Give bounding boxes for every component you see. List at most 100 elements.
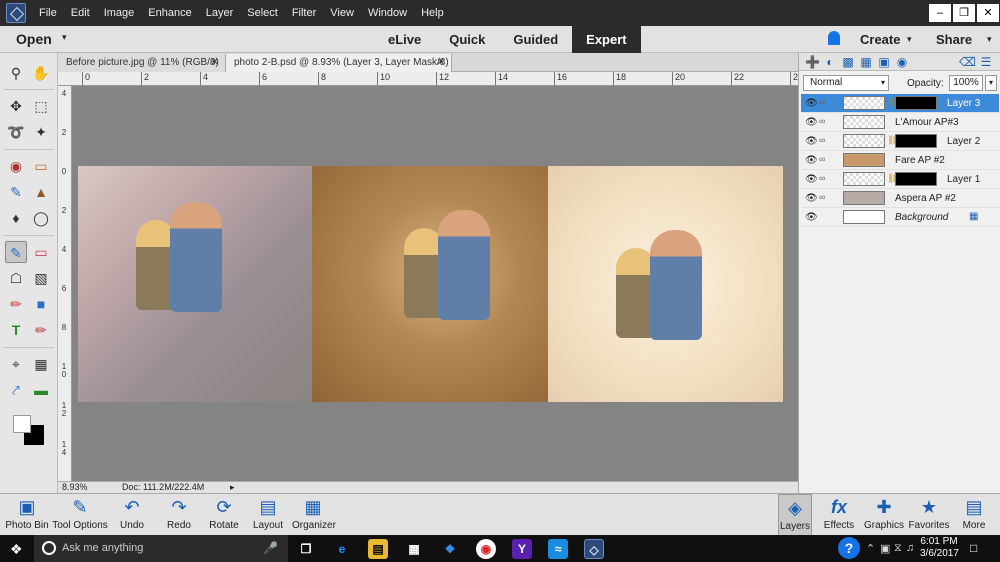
share-button[interactable]: Share <box>936 32 972 47</box>
layer-mask-thumbnail[interactable] <box>895 134 937 148</box>
eye-icon[interactable]: 👁 <box>805 155 818 166</box>
layer-row-layer-3[interactable]: 👁 ∞ ⛓ Layer 3 <box>801 94 999 113</box>
hand-tool-icon[interactable]: ✋ <box>30 62 52 84</box>
lock-icon[interactable]: ◉ <box>895 55 909 69</box>
yahoo-icon[interactable]: Y <box>512 539 532 559</box>
blur-tool-icon[interactable]: ♦ <box>5 207 27 229</box>
zoom-tool-icon[interactable]: ⚲ <box>5 62 27 84</box>
layer-mask-icon[interactable]: ▩ <box>841 55 855 69</box>
eye-icon[interactable]: 👁 <box>805 136 818 147</box>
content-aware-move-tool-icon[interactable]: ⤤ <box>5 379 27 401</box>
close-tab-icon[interactable]: ✕ <box>437 54 445 71</box>
background-lock-icon[interactable]: ▦ <box>969 211 978 222</box>
close-button[interactable]: ✕ <box>977 4 999 22</box>
open-dropdown-icon[interactable]: ▾ <box>62 32 67 43</box>
link-icon[interactable]: ∞ <box>819 192 825 202</box>
type-tool-icon[interactable]: T <box>5 319 27 341</box>
organizer-button[interactable]: ▦ Organizer <box>292 494 336 536</box>
brush-tool-icon[interactable]: ✎ <box>5 241 27 263</box>
healing-brush-tool-icon[interactable]: ▭ <box>30 155 52 177</box>
doc-tab-photo[interactable]: photo 2-B.psd @ 8.93% (Layer 3, Layer Ma… <box>226 54 452 72</box>
battery-icon[interactable]: ▣ <box>880 542 890 555</box>
cortana-search[interactable]: Ask me anything 🎤 <box>34 535 288 562</box>
app-icon[interactable]: ≈ <box>548 539 568 559</box>
foreground-color-swatch[interactable] <box>13 415 31 433</box>
zoom-level[interactable]: 8.93% <box>62 482 88 492</box>
eye-icon[interactable]: 👁 <box>805 117 818 128</box>
rotate-button[interactable]: ⟳ Rotate <box>206 494 242 536</box>
lasso-tool-icon[interactable]: ➰ <box>5 121 27 143</box>
color-swatches[interactable] <box>12 413 46 449</box>
menu-file[interactable]: File <box>32 7 64 19</box>
sponge-tool-icon[interactable]: ◯ <box>30 207 52 229</box>
new-layer-icon[interactable]: ➕ <box>805 55 820 69</box>
dropbox-icon[interactable]: ❖ <box>440 539 460 559</box>
pencil-tool-icon[interactable]: ✏ <box>30 319 52 341</box>
lock-transparency-icon[interactable]: ▣ <box>877 55 891 69</box>
tray-chevron-icon[interactable]: ⌃ <box>866 542 875 555</box>
menu-layer[interactable]: Layer <box>199 7 241 19</box>
opacity-dropdown-icon[interactable]: ▾ <box>985 75 997 91</box>
doc-tab-before[interactable]: Before picture.jpg @ 11% (RGB/8) ✕ <box>58 54 226 72</box>
share-dropdown-icon[interactable]: ▾ <box>987 34 992 45</box>
menu-select[interactable]: Select <box>240 7 285 19</box>
gradient-tool-icon[interactable]: ▧ <box>30 267 52 289</box>
photo-panel-right[interactable] <box>548 166 783 402</box>
status-menu-icon[interactable]: ▸ <box>230 482 235 493</box>
maximize-button[interactable]: ❐ <box>953 4 975 22</box>
layer-mask-thumbnail[interactable] <box>895 96 937 110</box>
link-icon[interactable]: ∞ <box>819 154 825 164</box>
link-icon[interactable]: ∞ <box>819 116 825 126</box>
photo-panel-middle[interactable] <box>312 166 548 402</box>
link-icon[interactable]: ∞ <box>819 97 825 107</box>
straighten-tool-icon[interactable]: ▬ <box>30 379 52 401</box>
layer-row-fare[interactable]: 👁 ∞ Fare AP #2 <box>801 151 999 170</box>
eye-icon[interactable]: 👁 <box>805 98 818 109</box>
menu-edit[interactable]: Edit <box>64 7 97 19</box>
layer-mask-thumbnail[interactable] <box>895 172 937 186</box>
crop-tool-icon[interactable]: ⌖ <box>5 353 27 375</box>
panel-menu-icon[interactable]: ☰ <box>979 55 993 69</box>
microphone-icon[interactable]: 🎤 <box>263 541 278 555</box>
create-button[interactable]: Create <box>860 32 900 47</box>
magic-wand-tool-icon[interactable]: ✦ <box>30 121 52 143</box>
mode-quick[interactable]: Quick <box>435 26 499 53</box>
minimize-button[interactable]: ‒ <box>929 4 951 22</box>
mode-expert[interactable]: Expert <box>572 26 641 53</box>
eye-icon[interactable]: 👁 <box>805 174 818 185</box>
smart-brush-tool-icon[interactable]: ✎ <box>5 181 27 203</box>
redo-button[interactable]: ↷ Redo <box>162 494 196 536</box>
eyedropper-tool-icon[interactable]: ✏ <box>5 293 27 315</box>
store-icon[interactable]: ▦ <box>404 539 424 559</box>
layer-row-aspera[interactable]: 👁 ∞ Aspera AP #2 <box>801 189 999 208</box>
layout-button[interactable]: ▤ Layout <box>250 494 286 536</box>
photo-panel-left[interactable] <box>78 166 312 402</box>
layers-button[interactable]: ◈ Layers <box>778 494 812 536</box>
open-button[interactable]: Open <box>16 31 52 47</box>
menu-enhance[interactable]: Enhance <box>141 7 198 19</box>
blend-mode-select[interactable]: Normal ▾ <box>803 75 889 91</box>
volume-icon[interactable]: ♫ <box>906 542 914 554</box>
red-eye-tool-icon[interactable]: ◉ <box>5 155 27 177</box>
menu-filter[interactable]: Filter <box>285 7 323 19</box>
file-explorer-icon[interactable]: ▤ <box>368 539 388 559</box>
canvas-area[interactable] <box>72 86 798 481</box>
edge-icon[interactable]: e <box>332 539 352 559</box>
menu-window[interactable]: Window <box>361 7 414 19</box>
clone-stamp-tool-icon[interactable]: ▲ <box>30 181 52 203</box>
chrome-icon[interactable]: ◉ <box>476 539 496 559</box>
link-icon[interactable]: ∞ <box>819 173 825 183</box>
clock[interactable]: 6:01 PM 3/6/2017 <box>920 536 959 560</box>
move-tool-icon[interactable]: ✥ <box>5 95 27 117</box>
undo-button[interactable]: ↶ Undo <box>114 494 150 536</box>
notification-bell-icon[interactable] <box>828 31 840 45</box>
link-icon[interactable]: ∞ <box>819 135 825 145</box>
opacity-input[interactable]: 100% <box>949 75 983 91</box>
windows-start-icon[interactable]: ❖ <box>10 541 23 558</box>
shape-tool-icon[interactable]: ■ <box>30 293 52 315</box>
photo-bin-button[interactable]: ▣ Photo Bin <box>4 494 50 536</box>
task-view-icon[interactable]: ❐ <box>296 539 316 559</box>
menu-view[interactable]: View <box>323 7 361 19</box>
new-group-icon[interactable]: ▦ <box>859 55 873 69</box>
layer-row-layer-2[interactable]: 👁 ∞ ⛓ Layer 2 <box>801 132 999 151</box>
